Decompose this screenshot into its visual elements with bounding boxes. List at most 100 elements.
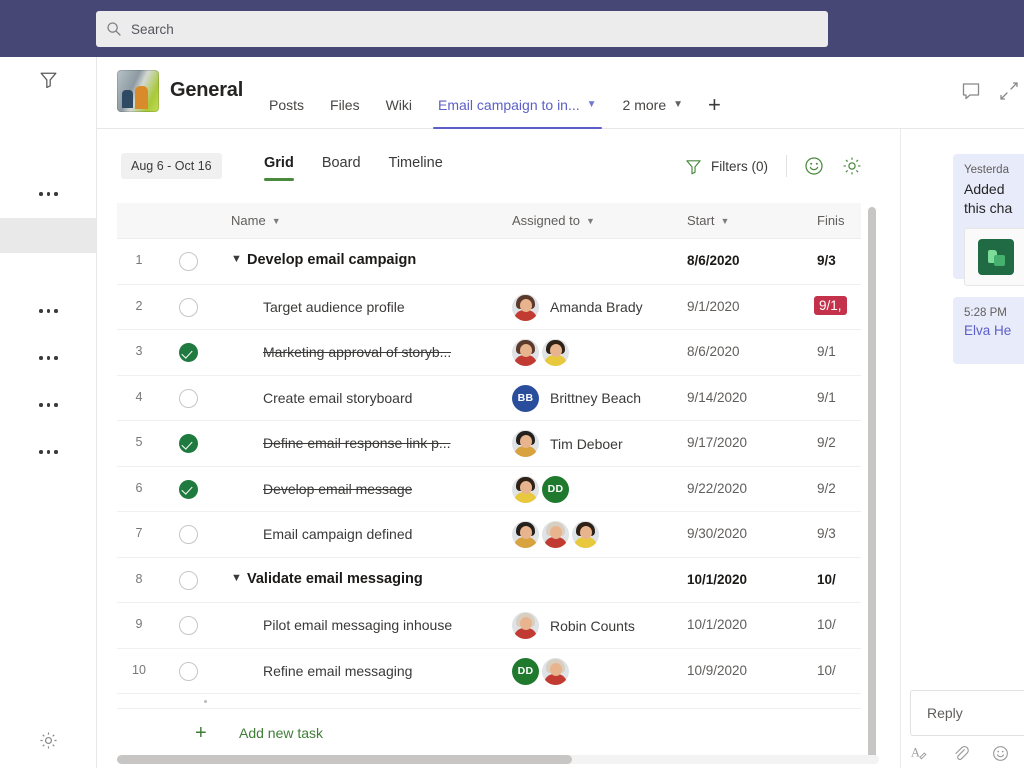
column-header-finish[interactable]: Finis [817,213,844,228]
expand-collapse-icon[interactable] [998,80,1020,102]
task-checkbox[interactable] [179,661,198,681]
table-row[interactable]: 10 Refine email messaging DD 10/9/2020 10/ [117,648,879,694]
task-checkbox[interactable] [179,252,198,271]
task-start-date[interactable]: 10/1/2020 [687,617,747,632]
rail-overflow-3[interactable] [0,341,97,375]
emoji-icon[interactable] [991,744,1010,763]
add-new-task-row[interactable]: + Add new task [117,709,879,755]
chat-message-2[interactable]: 5:28 PM Elva He [953,297,1024,364]
table-row[interactable]: 1 ▼ Develop email campaign 8/6/2020 9/3 [117,239,879,285]
task-checkbox[interactable] [179,388,198,408]
task-finish-date[interactable]: 9/1 [817,390,836,405]
assignee-cell[interactable] [512,339,572,366]
chevron-down-icon[interactable]: ▼ [587,99,597,110]
task-finish-date[interactable]: 9/2 [817,481,836,496]
smiley-icon[interactable] [803,155,825,177]
date-range-label: Aug 6 - Oct 16 [131,159,212,173]
task-checkbox-checked[interactable] [179,434,198,453]
chevron-down-icon[interactable]: ▼ [231,572,242,584]
task-start-date[interactable]: 10/9/2020 [687,663,747,678]
task-checkbox[interactable] [179,616,198,635]
task-checkbox-checked[interactable] [179,479,198,499]
tab-posts[interactable]: Posts [256,80,317,129]
avatar [512,293,539,321]
column-header-start[interactable]: Start ▼ [687,213,729,228]
assignee-cell[interactable]: BB Brittney Beach [512,384,641,412]
column-header-assigned-to[interactable]: Assigned to ▼ [512,213,595,228]
view-board[interactable]: Board [308,151,375,181]
task-finish-date[interactable]: 10/ [817,617,836,632]
attach-icon[interactable] [951,744,970,763]
table-row[interactable]: 9 Pilot email messaging inhouse Robin Coun… [117,603,879,649]
rail-overflow-2[interactable] [0,294,97,328]
task-finish-date[interactable]: 9/2 [817,435,836,450]
task-finish-date[interactable]: 9/3 [817,526,836,541]
table-row[interactable]: 5 Define email response link p... Tim Debo… [117,421,879,467]
task-finish-date-overdue[interactable]: 9/1, [814,295,847,315]
task-finish-date[interactable]: 10/ [817,572,836,587]
chat-message-1[interactable]: Yesterda Added this cha [953,154,1024,286]
format-icon[interactable]: A [911,744,930,763]
column-header-name[interactable]: Name ▼ [231,213,281,228]
assignee-cell[interactable]: Amanda Brady [512,293,643,321]
task-start-date[interactable]: 9/14/2020 [687,390,747,405]
planner-toolbar: Aug 6 - Oct 16 Grid Board Timeline Filte… [97,129,900,203]
row-number: 4 [135,389,143,404]
table-row[interactable]: 8 ▼ Validate email messaging 10/1/2020 10/ [117,557,879,603]
add-tab-button[interactable]: + [696,80,733,129]
task-name: Define email response link p... [263,435,451,451]
view-grid[interactable]: Grid [250,151,308,181]
assignee-cell[interactable] [512,521,602,548]
assignee-cell[interactable]: Tim Deboer [512,430,623,457]
reply-input[interactable]: Reply [910,690,1024,736]
table-row[interactable]: 3 Marketing approval of storyb... 8/6/2020… [117,330,879,376]
column-label: Name [231,213,266,228]
task-finish-date[interactable]: 9/3 [817,253,836,268]
reply-placeholder: Reply [927,705,963,721]
task-checkbox[interactable] [179,570,198,590]
chevron-down-icon[interactable]: ▼ [673,99,683,110]
tab-wiki[interactable]: Wiki [373,80,425,129]
chat-bubble-icon[interactable] [960,80,982,102]
task-checkbox-checked[interactable] [179,343,198,362]
filters-button[interactable]: Filters (0) [684,157,786,176]
table-row[interactable]: 7 Email campaign defined 9/30/2020 9/3 [117,512,879,558]
assignee-cell[interactable]: DD [512,475,572,503]
row-number: 8 [135,571,143,586]
task-start-date[interactable]: 8/6/2020 [687,344,740,359]
chevron-down-icon[interactable]: ▼ [231,253,242,265]
rail-overflow-5[interactable] [0,435,97,469]
task-start-date[interactable]: 9/22/2020 [687,481,747,496]
planner-app-icon [978,239,1014,275]
rail-overflow-1[interactable] [0,177,97,211]
assignee-cell[interactable]: DD [512,657,572,685]
task-start-date[interactable]: 9/17/2020 [687,435,747,450]
search-input[interactable]: Search [96,11,828,47]
table-row[interactable]: 4 Create email storyboard BB Brittney Beach… [117,375,879,421]
table-row[interactable]: 6 Develop email message DD 9/22/2020 9/2 [117,466,879,512]
grid-horizontal-scrollbar[interactable] [117,755,572,764]
header-actions [960,80,1020,102]
task-checkbox[interactable] [179,297,198,317]
tab-files[interactable]: Files [317,80,373,129]
task-finish-date[interactable]: 9/1 [817,344,836,359]
more-options-icon [39,403,58,407]
task-finish-date[interactable]: 10/ [817,663,836,678]
tab-email-campaign[interactable]: Email campaign to in... ▼ [425,80,610,129]
tab-2-more[interactable]: 2 more ▼ [610,80,696,129]
task-checkbox[interactable] [179,525,198,544]
rail-overflow-4[interactable] [0,388,97,422]
filter-button[interactable] [0,62,97,96]
task-start-date[interactable]: 8/6/2020 [687,253,740,268]
task-start-date[interactable]: 9/30/2020 [687,526,747,541]
grid-vertical-scrollbar[interactable] [868,207,876,763]
rail-settings-button[interactable] [0,723,97,757]
table-row[interactable]: 2 Target audience profile Amanda Brady 9/1/… [117,284,879,330]
assignee-cell[interactable]: Robin Counts [512,612,635,639]
task-start-date[interactable]: 10/1/2020 [687,572,747,587]
task-start-date[interactable]: 9/1/2020 [687,299,740,314]
message-attachment-card[interactable] [964,228,1024,286]
view-timeline[interactable]: Timeline [375,151,457,181]
date-range-chip[interactable]: Aug 6 - Oct 16 [121,153,222,179]
gear-icon[interactable] [841,155,863,177]
